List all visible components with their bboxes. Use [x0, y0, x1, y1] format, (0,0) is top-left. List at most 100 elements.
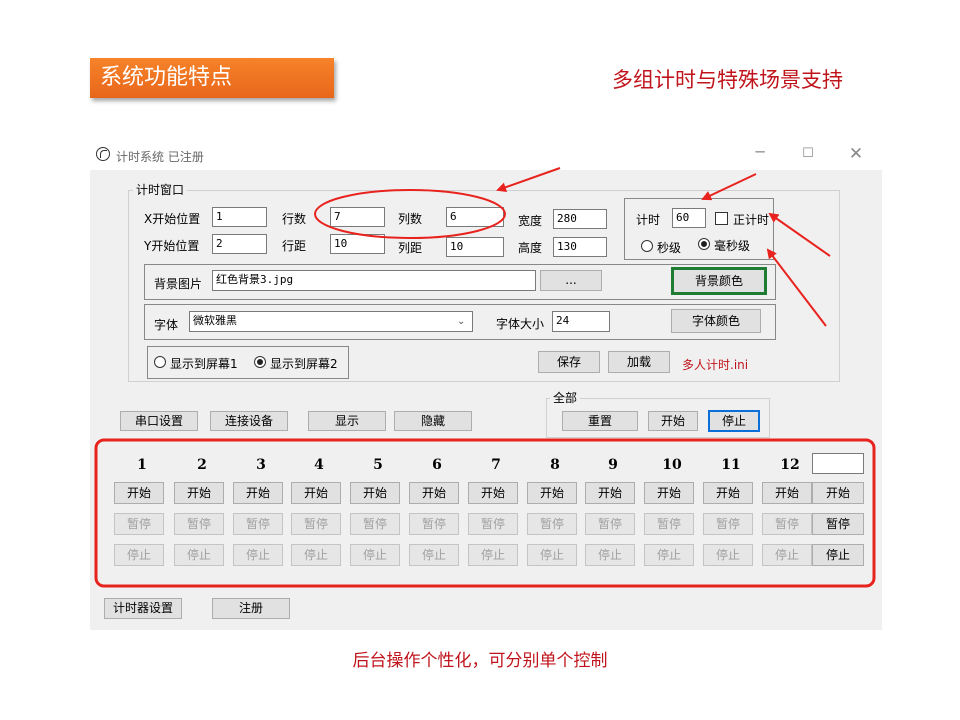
- timer-stop-button[interactable]: 停止: [409, 544, 459, 566]
- seconds-label: 秒级: [657, 241, 682, 255]
- row-gap-label: 行距: [282, 239, 307, 253]
- font-color-button[interactable]: 字体颜色: [671, 309, 761, 333]
- maximize-icon[interactable]: ☐: [798, 146, 818, 161]
- cols-input[interactable]: 6: [446, 207, 504, 227]
- timer-pause-button[interactable]: 暂停: [585, 513, 635, 535]
- timer-start-button[interactable]: 开始: [174, 482, 224, 504]
- timer-stop-button[interactable]: 停止: [114, 544, 164, 566]
- rows-input[interactable]: 7: [330, 207, 385, 227]
- width-input[interactable]: 280: [553, 209, 607, 229]
- count-up-label: 正计时: [733, 213, 770, 227]
- timer-pause-button[interactable]: 暂停: [350, 513, 400, 535]
- timer-number: 12: [780, 457, 800, 473]
- timer-stop-button[interactable]: 停止: [174, 544, 224, 566]
- load-button[interactable]: 加载: [608, 351, 670, 373]
- show-button[interactable]: 显示: [308, 411, 386, 431]
- global-timer-input[interactable]: [812, 453, 864, 474]
- hide-button[interactable]: 隐藏: [394, 411, 472, 431]
- serial-settings-button[interactable]: 串口设置: [120, 411, 198, 431]
- global-start-button[interactable]: 开始: [812, 482, 864, 504]
- seconds-radio[interactable]: [641, 240, 653, 252]
- timer-pause-button[interactable]: 暂停: [527, 513, 577, 535]
- y-start-input[interactable]: 2: [212, 234, 267, 254]
- app-logo-icon: [96, 147, 110, 161]
- height-label: 高度: [518, 241, 543, 255]
- timer-start-button[interactable]: 开始: [409, 482, 459, 504]
- milliseconds-label: 毫秒级: [714, 239, 751, 253]
- timer-stop-button[interactable]: 停止: [291, 544, 341, 566]
- timer-stop-button[interactable]: 停止: [585, 544, 635, 566]
- timer-number: 1: [137, 457, 147, 473]
- timing-input[interactable]: 60: [672, 208, 706, 228]
- reset-all-button[interactable]: 重置: [562, 411, 638, 431]
- screen2-label: 显示到屏幕2: [270, 357, 338, 371]
- col-gap-label: 列距: [398, 241, 423, 255]
- timer-stop-button[interactable]: 停止: [762, 544, 812, 566]
- timer-pause-button[interactable]: 暂停: [291, 513, 341, 535]
- global-stop-button[interactable]: 停止: [812, 544, 864, 566]
- rows-label: 行数: [282, 212, 307, 226]
- row-gap-input[interactable]: 10: [330, 234, 385, 254]
- timer-number: 4: [314, 457, 324, 473]
- global-pause-button[interactable]: 暂停: [812, 513, 864, 535]
- font-size-label: 字体大小: [496, 317, 545, 331]
- section-banner: 系统功能特点: [90, 58, 334, 98]
- slide-subtitle: 多组计时与特殊场景支持: [612, 68, 843, 92]
- timer-stop-button[interactable]: 停止: [233, 544, 283, 566]
- screen1-label: 显示到屏幕1: [170, 357, 238, 371]
- slide-caption: 后台操作个性化，可分别单个控制: [352, 651, 608, 671]
- timer-pause-button[interactable]: 暂停: [468, 513, 518, 535]
- timer-number: 7: [491, 457, 501, 473]
- timer-start-button[interactable]: 开始: [585, 482, 635, 504]
- start-all-button[interactable]: 开始: [648, 411, 698, 431]
- browse-button[interactable]: ...: [540, 270, 602, 291]
- x-start-input[interactable]: 1: [212, 207, 267, 227]
- count-up-checkbox[interactable]: [715, 212, 728, 225]
- timer-pause-button[interactable]: 暂停: [233, 513, 283, 535]
- timer-pause-button[interactable]: 暂停: [644, 513, 694, 535]
- timer-pause-button[interactable]: 暂停: [703, 513, 753, 535]
- font-select[interactable]: 微软雅黑: [189, 311, 473, 332]
- bg-color-button[interactable]: 背景颜色: [671, 267, 767, 295]
- timer-start-button[interactable]: 开始: [350, 482, 400, 504]
- timer-stop-button[interactable]: 停止: [468, 544, 518, 566]
- timer-start-button[interactable]: 开始: [468, 482, 518, 504]
- font-size-input[interactable]: 24: [552, 311, 610, 332]
- minimize-icon[interactable]: ─: [750, 143, 770, 161]
- col-gap-input[interactable]: 10: [446, 237, 504, 257]
- timer-start-button[interactable]: 开始: [233, 482, 283, 504]
- y-start-label: Y开始位置: [144, 239, 200, 253]
- save-button[interactable]: 保存: [538, 351, 600, 373]
- chevron-down-icon[interactable]: ⌄: [457, 316, 465, 327]
- timer-stop-button[interactable]: 停止: [703, 544, 753, 566]
- timer-start-button[interactable]: 开始: [703, 482, 753, 504]
- bg-image-input[interactable]: 红色背景3.jpg: [212, 270, 536, 291]
- timer-stop-button[interactable]: 停止: [527, 544, 577, 566]
- timer-start-button[interactable]: 开始: [527, 482, 577, 504]
- timer-pause-button[interactable]: 暂停: [174, 513, 224, 535]
- screen2-radio[interactable]: [254, 356, 266, 368]
- screen1-radio[interactable]: [154, 356, 166, 368]
- timer-start-button[interactable]: 开始: [644, 482, 694, 504]
- timer-pause-button[interactable]: 暂停: [762, 513, 812, 535]
- app-window: 计时系统 已注册 ─ ☐ ✕ 计时窗口 X开始位置 1 Y开始位置 2 行数 7…: [90, 140, 882, 630]
- x-start-label: X开始位置: [144, 212, 201, 226]
- height-input[interactable]: 130: [553, 237, 607, 257]
- stop-all-button[interactable]: 停止: [708, 410, 760, 432]
- timer-pause-button[interactable]: 暂停: [114, 513, 164, 535]
- timer-stop-button[interactable]: 停止: [350, 544, 400, 566]
- milliseconds-radio[interactable]: [698, 238, 710, 250]
- title-bar: 计时系统 已注册 ─ ☐ ✕: [90, 140, 882, 170]
- timer-start-button[interactable]: 开始: [762, 482, 812, 504]
- timer-number: 10: [662, 457, 682, 473]
- register-button[interactable]: 注册: [212, 598, 290, 619]
- window-title: 计时系统 已注册: [116, 150, 204, 164]
- connect-device-button[interactable]: 连接设备: [210, 411, 288, 431]
- timer-start-button[interactable]: 开始: [291, 482, 341, 504]
- timer-pause-button[interactable]: 暂停: [409, 513, 459, 535]
- timer-start-button[interactable]: 开始: [114, 482, 164, 504]
- close-icon[interactable]: ✕: [846, 144, 866, 164]
- timer-stop-button[interactable]: 停止: [644, 544, 694, 566]
- timer-number: 8: [550, 457, 560, 473]
- timer-settings-button[interactable]: 计时器设置: [104, 598, 182, 619]
